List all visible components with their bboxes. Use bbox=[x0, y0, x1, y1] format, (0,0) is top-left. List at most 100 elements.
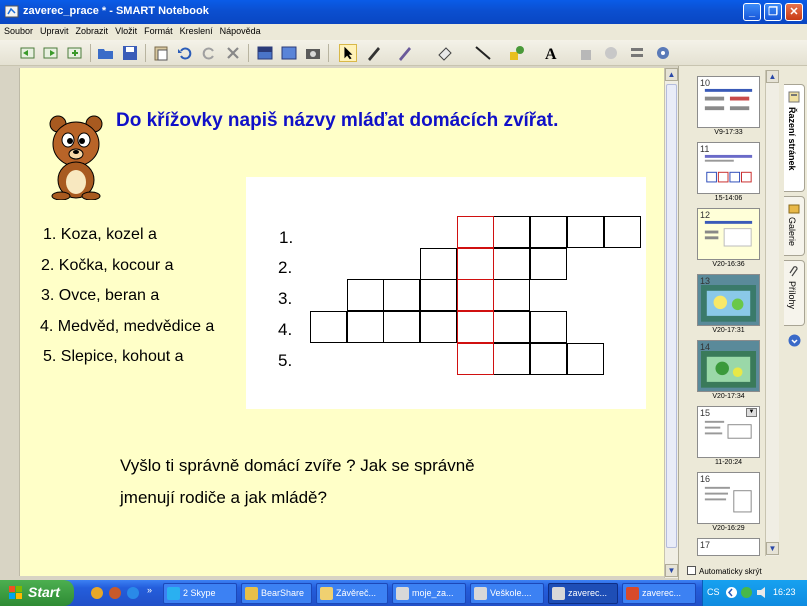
crossword-cell[interactable] bbox=[530, 311, 567, 343]
crossword-cell[interactable] bbox=[493, 248, 530, 280]
creative-pen-icon[interactable] bbox=[396, 44, 414, 62]
crossword-cell[interactable] bbox=[493, 279, 530, 311]
task-bearshare[interactable]: BearShare bbox=[241, 583, 312, 604]
tab-gallery[interactable]: Galerie bbox=[784, 196, 805, 256]
page-thumbnail-14[interactable]: 14 bbox=[697, 340, 760, 392]
crossword-cell[interactable] bbox=[347, 311, 384, 343]
save-icon[interactable] bbox=[121, 44, 139, 62]
tray-icon[interactable] bbox=[725, 586, 738, 599]
sorter-scroll-down-button[interactable]: ▼ bbox=[766, 542, 779, 555]
crossword-cell[interactable] bbox=[493, 216, 530, 248]
crossword-cell[interactable] bbox=[530, 216, 567, 248]
next-page-icon[interactable] bbox=[42, 44, 60, 62]
volume-icon[interactable] bbox=[755, 586, 768, 599]
task-folder[interactable]: Závěreč... bbox=[316, 583, 388, 604]
minimize-button[interactable]: _ bbox=[743, 3, 761, 21]
crossword-cell[interactable] bbox=[567, 216, 604, 248]
eraser-icon[interactable] bbox=[436, 44, 454, 62]
open-folder-icon[interactable] bbox=[97, 44, 115, 62]
crossword-cell[interactable] bbox=[530, 248, 567, 280]
undo-icon[interactable] bbox=[176, 44, 194, 62]
capture-icon[interactable] bbox=[304, 44, 322, 62]
crossword-cell[interactable] bbox=[420, 279, 457, 311]
crossword-cell-solution[interactable] bbox=[457, 248, 494, 280]
pen-icon[interactable] bbox=[365, 44, 383, 62]
internet-explorer-icon[interactable] bbox=[126, 586, 140, 600]
quicklaunch-expand-icon[interactable]: » bbox=[147, 585, 152, 595]
scroll-thumb[interactable] bbox=[666, 84, 677, 548]
screen-shade-icon[interactable] bbox=[256, 44, 274, 62]
menu-upravit[interactable]: Upravit bbox=[36, 24, 72, 36]
close-button[interactable]: ✕ bbox=[785, 3, 803, 21]
crossword-cell[interactable] bbox=[420, 248, 457, 280]
crossword-cell[interactable] bbox=[493, 343, 530, 375]
scroll-up-button[interactable]: ▲ bbox=[665, 68, 678, 81]
menu-kresleni[interactable]: Kreslení bbox=[176, 24, 216, 36]
notebook-page[interactable]: Do křížovky napiš názvy mláďat domácích … bbox=[19, 68, 664, 576]
move-toolbar-icon[interactable] bbox=[654, 44, 672, 62]
task-zaverec-notebook[interactable]: zaverec... bbox=[548, 583, 618, 604]
redo-icon[interactable] bbox=[200, 44, 218, 62]
question-line-1: Vyšlo ti správně domácí zvíře ? Jak se s… bbox=[120, 456, 475, 475]
fill-icon[interactable] bbox=[578, 44, 596, 62]
tab-attachments[interactable]: Přílohy bbox=[784, 260, 805, 326]
page-thumbnail-16[interactable]: 16 bbox=[697, 472, 760, 524]
tab-page-sorter[interactable]: Řazení stránek bbox=[784, 84, 805, 192]
full-screen-icon[interactable] bbox=[280, 44, 298, 62]
crossword-cell[interactable] bbox=[530, 343, 567, 375]
crossword-cell[interactable] bbox=[604, 216, 641, 248]
task-skype[interactable]: 2 Skype bbox=[163, 583, 237, 604]
scroll-down-button[interactable]: ▼ bbox=[665, 564, 678, 577]
crossword-cell-solution[interactable] bbox=[457, 279, 494, 311]
crossword-cell[interactable] bbox=[383, 311, 420, 343]
page-scrollbar[interactable]: ▲ ▼ bbox=[664, 68, 678, 578]
page-thumbnail-17[interactable]: 17 bbox=[697, 538, 760, 556]
crossword-cell[interactable] bbox=[420, 311, 457, 343]
task-moje-za[interactable]: moje_za... bbox=[392, 583, 466, 604]
autohide-checkbox[interactable]: Automaticky skrýt bbox=[687, 566, 762, 576]
properties-icon[interactable] bbox=[602, 44, 620, 62]
menu-soubor[interactable]: Soubor bbox=[0, 24, 36, 36]
page-thumbnail-13[interactable]: 13 bbox=[697, 274, 760, 326]
quicklaunch-icon[interactable] bbox=[90, 586, 104, 600]
crossword-cell-solution[interactable] bbox=[457, 343, 494, 375]
maximize-button[interactable]: ❐ bbox=[764, 3, 782, 21]
crossword-cell[interactable] bbox=[567, 343, 604, 375]
quicklaunch-icon[interactable] bbox=[108, 586, 122, 600]
toolbar-customize-icon[interactable] bbox=[628, 44, 646, 62]
network-icon[interactable] bbox=[740, 586, 753, 599]
delete-icon[interactable] bbox=[224, 44, 242, 62]
thumbnail-preview bbox=[704, 154, 753, 183]
start-button[interactable]: Start bbox=[0, 580, 74, 606]
select-arrow-icon[interactable] bbox=[339, 44, 357, 62]
crossword-cell[interactable] bbox=[310, 311, 347, 343]
page-thumbnail-10[interactable]: 10 bbox=[697, 76, 760, 128]
shapes-icon[interactable] bbox=[508, 44, 526, 62]
crossword-cell[interactable] bbox=[347, 279, 384, 311]
task-veskole[interactable]: Veškole.... bbox=[470, 583, 544, 604]
crossword-cell[interactable] bbox=[383, 279, 420, 311]
line-icon[interactable] bbox=[474, 44, 492, 62]
previous-page-icon[interactable] bbox=[18, 44, 36, 62]
thumbnail-label: V9-17:33 bbox=[714, 129, 743, 136]
page-thumbnail-11[interactable]: 11 bbox=[697, 142, 760, 194]
menu-vlozit[interactable]: Vložit bbox=[111, 24, 140, 36]
task-zaverec-ppt[interactable]: zaverec... bbox=[622, 583, 696, 604]
menu-napoveda[interactable]: Nápověda bbox=[216, 24, 264, 36]
panel-options-icon[interactable] bbox=[788, 334, 801, 347]
crossword-cell-solution[interactable] bbox=[457, 216, 494, 248]
add-page-icon[interactable] bbox=[66, 44, 84, 62]
sorter-scrollbar[interactable]: ▲ ▼ bbox=[765, 70, 779, 556]
language-indicator[interactable]: CS bbox=[707, 587, 720, 597]
crossword-cell[interactable] bbox=[493, 311, 530, 343]
menu-zobrazit[interactable]: Zobrazit bbox=[72, 24, 112, 36]
text-icon[interactable]: A bbox=[542, 44, 560, 62]
sorter-scroll-up-button[interactable]: ▲ bbox=[766, 70, 779, 83]
page-thumbnail-15[interactable]: 15 ▼ bbox=[697, 406, 760, 458]
page-thumbnail-12[interactable]: 12 bbox=[697, 208, 760, 260]
paste-icon[interactable] bbox=[152, 44, 170, 62]
menu-format[interactable]: Formát bbox=[140, 24, 176, 36]
thumbnail-menu-button[interactable]: ▼ bbox=[746, 408, 757, 417]
autohide-checkbox-box[interactable] bbox=[687, 566, 696, 575]
crossword-cell-solution[interactable] bbox=[457, 311, 494, 343]
